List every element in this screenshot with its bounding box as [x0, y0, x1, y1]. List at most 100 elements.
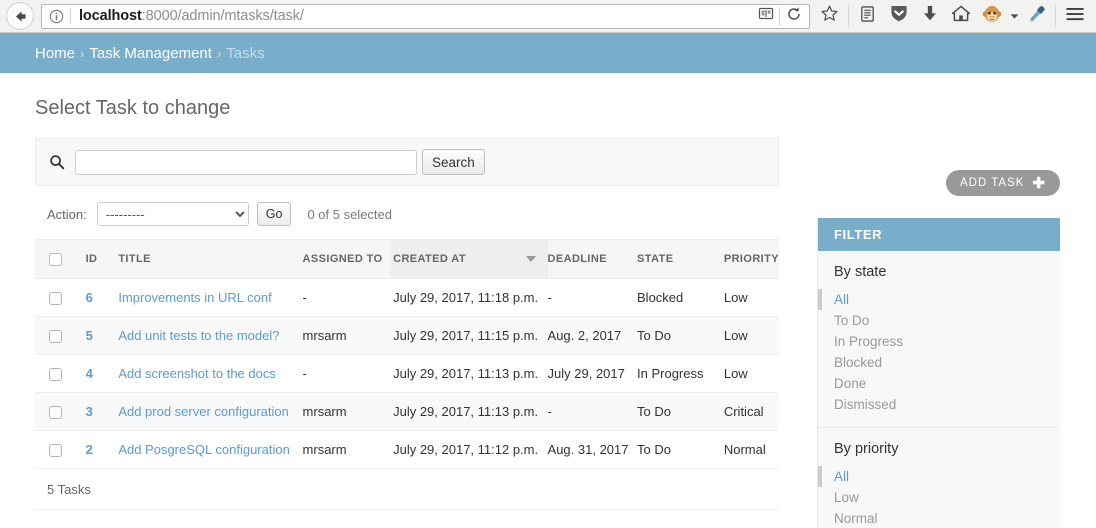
row-checkbox[interactable] — [49, 330, 62, 344]
cell-deadline: Aug. 2, 2017 — [547, 316, 638, 356]
cell-priority: Low — [723, 354, 779, 394]
column-header-created-at[interactable]: CREATED AT — [390, 239, 548, 279]
account-button[interactable] — [976, 2, 1007, 30]
downloads-button[interactable] — [914, 2, 945, 30]
filter-list-state: All To Do In Progress Blocked Done Dismi… — [818, 289, 1060, 427]
task-title-link[interactable]: Add unit tests to the model? — [118, 328, 279, 343]
select-all-checkbox[interactable] — [49, 252, 62, 266]
cell-created-at: July 29, 2017, 11:15 p.m. — [390, 316, 548, 356]
column-header-priority[interactable]: PRIORITY — [723, 239, 779, 279]
cell-id: 4 — [85, 354, 119, 394]
cell-priority: Critical — [723, 392, 779, 432]
filter-link[interactable]: Normal — [834, 511, 878, 526]
row-select-cell[interactable] — [35, 278, 86, 318]
cell-state: Blocked — [637, 278, 724, 318]
task-title-link[interactable]: Add PosgreSQL configuration — [118, 442, 290, 457]
cell-deadline: - — [547, 278, 638, 318]
row-select-cell[interactable] — [35, 316, 86, 356]
url-host: localhost — [79, 8, 142, 24]
row-select-cell[interactable] — [35, 392, 86, 432]
add-task-button[interactable]: ADD TASK ✚ — [945, 170, 1060, 196]
library-button[interactable] — [852, 2, 883, 30]
row-checkbox[interactable] — [49, 368, 62, 382]
table-row: 3 Add prod server configuration mrsarm J… — [35, 392, 779, 432]
filter-link[interactable]: Done — [834, 376, 866, 391]
row-checkbox[interactable] — [49, 406, 62, 420]
home-icon — [951, 4, 971, 28]
task-id-link[interactable]: 2 — [86, 442, 93, 457]
filter-link[interactable]: Dismissed — [834, 397, 896, 412]
filter-item-priority-normal[interactable]: Normal — [818, 508, 1060, 528]
breadcrumb-app[interactable]: Task Management — [89, 45, 212, 62]
filter-link[interactable]: Blocked — [834, 355, 882, 370]
column-header-id[interactable]: ID — [85, 239, 119, 279]
results-table: ID TITLE ASSIGNED TO CREATED AT DEADLINE… — [35, 239, 779, 470]
filter-link[interactable]: In Progress — [834, 334, 903, 349]
row-checkbox[interactable] — [49, 444, 62, 458]
filter-item-state-in-progress[interactable]: In Progress — [818, 331, 1060, 352]
filter-item-state-done[interactable]: Done — [818, 373, 1060, 394]
cell-id: 6 — [85, 278, 119, 318]
eyedropper-button[interactable] — [1021, 2, 1052, 30]
filter-item-state-blocked[interactable]: Blocked — [818, 352, 1060, 373]
cell-state: To Do — [637, 430, 724, 470]
url-bar[interactable]: localhost:8000/admin/mtasks/task/ — [41, 3, 810, 29]
task-title-link[interactable]: Add screenshot to the docs — [118, 366, 276, 381]
plus-icon: ✚ — [1032, 174, 1046, 192]
cell-title: Add unit tests to the model? — [118, 316, 303, 356]
back-button[interactable] — [6, 2, 34, 30]
url-text: localhost:8000/admin/mtasks/task/ — [79, 8, 752, 24]
breadcrumb-home[interactable]: Home — [35, 45, 75, 62]
filter-item-state-to-do[interactable]: To Do — [818, 310, 1060, 331]
row-select-cell[interactable] — [35, 354, 86, 394]
cell-priority: Low — [723, 278, 779, 318]
search-button[interactable]: Search — [422, 149, 485, 175]
column-header-title[interactable]: TITLE — [118, 239, 303, 279]
filter-sidebar: FILTER By state All To Do In Progress Bl… — [817, 218, 1060, 528]
column-header-deadline[interactable]: DEADLINE — [547, 239, 638, 279]
row-select-cell[interactable] — [35, 430, 86, 470]
sort-descending-icon[interactable] — [525, 256, 536, 262]
task-id-link[interactable]: 3 — [86, 404, 93, 419]
search-icon — [49, 154, 65, 170]
menu-button[interactable] — [1059, 2, 1090, 30]
filter-item-priority-all[interactable]: All — [818, 466, 1060, 487]
action-go-button[interactable]: Go — [256, 202, 292, 226]
reader-view-button[interactable] — [752, 5, 779, 28]
column-header-select-all[interactable] — [35, 239, 86, 279]
task-title-link[interactable]: Add prod server configuration — [118, 404, 289, 419]
account-dropdown-button[interactable] — [1007, 2, 1021, 30]
row-checkbox[interactable] — [49, 292, 62, 306]
bookmark-button[interactable] — [814, 2, 845, 30]
filter-group-title-priority: By priority — [834, 441, 899, 457]
task-id-link[interactable]: 4 — [86, 366, 93, 381]
search-bar: Search — [35, 139, 779, 186]
cell-created-at: July 29, 2017, 11:13 p.m. — [390, 392, 548, 432]
page-info-icon[interactable] — [49, 9, 64, 24]
cell-priority: Normal — [723, 430, 779, 470]
task-title-link[interactable]: Improvements in URL conf — [118, 290, 271, 305]
column-header-state[interactable]: STATE — [637, 239, 724, 279]
filter-link[interactable]: All — [834, 469, 849, 484]
task-id-link[interactable]: 5 — [86, 328, 93, 343]
filter-item-priority-low[interactable]: Low — [818, 487, 1060, 508]
breadcrumb: Home › Task Management › Tasks — [0, 33, 1096, 73]
breadcrumb-current: Tasks — [226, 44, 265, 62]
pocket-button[interactable] — [883, 2, 914, 30]
task-id-link[interactable]: 6 — [86, 290, 93, 305]
action-select[interactable]: --------- — [96, 202, 249, 226]
reload-button[interactable] — [780, 5, 807, 28]
cell-assigned-to: mrsarm — [302, 430, 391, 470]
search-input[interactable] — [75, 149, 417, 175]
table-row: 4 Add screenshot to the docs - July 29, … — [35, 354, 779, 394]
filter-link[interactable]: Low — [834, 490, 859, 505]
filter-item-state-dismissed[interactable]: Dismissed — [818, 394, 1060, 415]
cell-assigned-to: mrsarm — [302, 316, 391, 356]
filter-link[interactable]: To Do — [834, 313, 869, 328]
url-bar-buttons — [752, 5, 807, 28]
filter-item-state-all[interactable]: All — [818, 289, 1060, 310]
column-header-assigned-to[interactable]: ASSIGNED TO — [302, 239, 391, 279]
table-row: 5 Add unit tests to the model? mrsarm Ju… — [35, 316, 779, 356]
filter-link[interactable]: All — [834, 292, 849, 307]
home-button[interactable] — [945, 2, 976, 30]
